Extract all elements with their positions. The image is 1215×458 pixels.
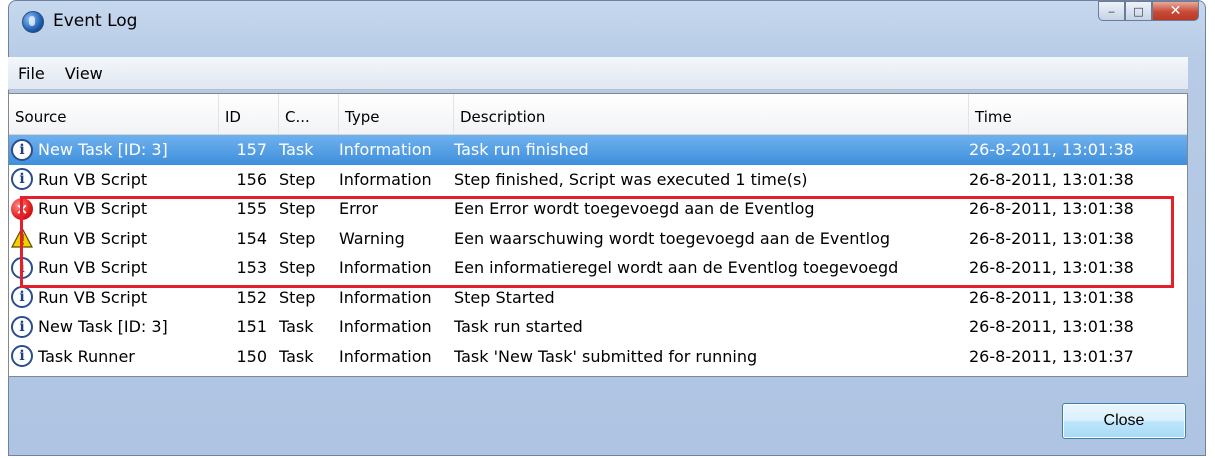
cell-type: Information (339, 169, 432, 189)
menu-file[interactable]: File (8, 64, 55, 83)
source-text: Run VB Script (38, 169, 148, 189)
source-text: New Task [ID: 3] (38, 140, 168, 160)
table-row[interactable]: × Run VB Script 155 Step Error Een Error word… (9, 194, 1187, 224)
cell-id: 152 (236, 287, 267, 307)
window-title: Event Log (53, 11, 138, 31)
table-row[interactable]: i Run VB Script 153 Step Information Een info… (9, 253, 1187, 283)
cell-time: 26-8-2011, 13:01:38 (969, 258, 1134, 278)
cell-id: 154 (236, 228, 267, 248)
cell-id: 157 (236, 140, 267, 160)
cell-description: Step Started (454, 287, 555, 307)
column-header-source[interactable]: Source (9, 94, 219, 134)
cell-type: Information (339, 140, 432, 160)
cell-source: i Task Runner (9, 345, 219, 368)
cell-description: Task run started (454, 317, 583, 337)
source-text: Task Runner (38, 346, 135, 366)
cell-description: Task 'New Task' submitted for running (454, 346, 758, 366)
source-text: Run VB Script (38, 199, 148, 219)
cell-description: Een informatieregel wordt aan de Eventlo… (454, 258, 899, 278)
cell-id: 151 (236, 317, 267, 337)
info-icon: i (11, 138, 33, 161)
cell-category: Step (279, 169, 316, 189)
table-row[interactable]: i Task Runner 150 Task Information Task 'New … (9, 342, 1187, 372)
table-row[interactable]: Run VB Script 154 Step Warning Een waarschuw… (9, 224, 1187, 254)
cell-description: Een Error wordt toegevoegd aan de Eventl… (454, 199, 815, 219)
cell-id: 153 (236, 258, 267, 278)
title-bar[interactable]: Event Log ‒ □ ✕ (9, 1, 1205, 57)
list-body: i New Task [ID: 3] 157 Task Information Task … (9, 135, 1187, 371)
cell-description: Step finished, Script was executed 1 tim… (454, 169, 808, 189)
cell-time: 26-8-2011, 13:01:38 (969, 228, 1134, 248)
menu-bar: File View (8, 57, 1188, 90)
cell-category: Task (279, 317, 314, 337)
cell-time: 26-8-2011, 13:01:37 (969, 346, 1134, 366)
cell-source: i Run VB Script (9, 256, 219, 279)
column-header-id[interactable]: ID (219, 94, 279, 134)
info-icon: i (11, 256, 33, 279)
column-header-category[interactable]: C... (279, 94, 339, 134)
cell-type: Information (339, 287, 432, 307)
source-text: New Task [ID: 3] (38, 317, 168, 337)
cell-category: Step (279, 287, 316, 307)
cell-id: 156 (236, 169, 267, 189)
info-icon: i (11, 168, 33, 191)
cell-time: 26-8-2011, 13:01:38 (969, 317, 1134, 337)
cell-source: i Run VB Script (9, 286, 219, 309)
cell-source: i New Task [ID: 3] (9, 315, 219, 338)
column-header-description[interactable]: Description (454, 94, 969, 134)
cell-time: 26-8-2011, 13:01:38 (969, 199, 1134, 219)
cell-source: i New Task [ID: 3] (9, 138, 219, 161)
maximize-button[interactable]: □ (1125, 1, 1152, 21)
cell-source: × Run VB Script (9, 197, 219, 220)
cell-category: Step (279, 258, 316, 278)
event-list[interactable]: Source ID C... Type Description Time i Ne… (8, 93, 1188, 377)
warning-icon (11, 227, 33, 249)
info-icon: i (11, 345, 33, 368)
menu-view[interactable]: View (55, 64, 113, 83)
cell-type: Information (339, 258, 432, 278)
cell-time: 26-8-2011, 13:01:38 (969, 140, 1134, 160)
table-row[interactable]: i Run VB Script 156 Step Information Step fin… (9, 165, 1187, 195)
cell-type: Warning (339, 228, 405, 248)
window-controls: ‒ □ ✕ (1098, 1, 1199, 23)
table-row[interactable]: i New Task [ID: 3] 157 Task Information Task … (9, 135, 1187, 165)
app-icon (22, 11, 44, 33)
cell-type: Error (339, 199, 378, 219)
cell-type: Information (339, 317, 432, 337)
cell-id: 155 (236, 199, 267, 219)
table-row[interactable]: i Run VB Script 152 Step Information Step Sta… (9, 283, 1187, 313)
column-header-type[interactable]: Type (339, 94, 454, 134)
source-text: Run VB Script (38, 258, 148, 278)
column-header-time[interactable]: Time (969, 94, 1187, 134)
info-icon: i (11, 315, 33, 338)
cell-type: Information (339, 346, 432, 366)
cell-time: 26-8-2011, 13:01:38 (969, 169, 1134, 189)
cell-category: Step (279, 228, 316, 248)
info-icon: i (11, 286, 33, 309)
minimize-button[interactable]: ‒ (1098, 1, 1125, 21)
cell-id: 150 (236, 346, 267, 366)
cell-category: Task (279, 140, 314, 160)
cell-description: Task run finished (454, 140, 589, 160)
close-button[interactable]: Close (1062, 403, 1186, 439)
cell-category: Step (279, 199, 316, 219)
list-header: Source ID C... Type Description Time (9, 94, 1187, 135)
error-icon: × (11, 197, 33, 220)
cell-source: i Run VB Script (9, 168, 219, 191)
close-icon: ✕ (1169, 3, 1182, 19)
maximize-icon: □ (1133, 4, 1144, 18)
minimize-icon: ‒ (1108, 4, 1115, 18)
cell-category: Task (279, 346, 314, 366)
table-row[interactable]: i New Task [ID: 3] 151 Task Information Task … (9, 312, 1187, 342)
cell-source: Run VB Script (9, 227, 219, 249)
source-text: Run VB Script (38, 228, 148, 248)
close-window-button[interactable]: ✕ (1152, 1, 1199, 21)
cell-description: Een waarschuwing wordt toegevoegd aan de… (454, 228, 891, 248)
cell-time: 26-8-2011, 13:01:38 (969, 287, 1134, 307)
source-text: Run VB Script (38, 287, 148, 307)
